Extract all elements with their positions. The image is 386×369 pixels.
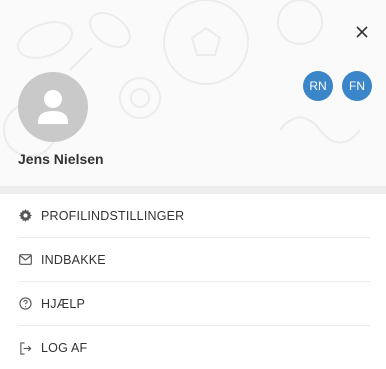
close-button[interactable] <box>350 20 374 44</box>
logout-icon <box>18 341 32 355</box>
avatar[interactable] <box>18 72 88 142</box>
menu-item-logout[interactable]: LOG AF <box>18 326 370 369</box>
menu-item-label: PROFILINDSTILLINGER <box>41 208 185 223</box>
section-divider <box>0 186 386 194</box>
close-icon <box>356 26 368 38</box>
gear-icon <box>18 209 32 223</box>
profile-header: Jens Nielsen RN FN <box>0 0 386 186</box>
menu-item-label: INDBAKKE <box>41 252 106 267</box>
help-icon <box>18 297 32 311</box>
menu-item-label: LOG AF <box>41 341 88 355</box>
menu-item-profile-settings[interactable]: PROFILINDSTILLINGER <box>18 194 370 238</box>
profile-menu: PROFILINDSTILLINGER INDBAKKE HJÆLP LOG A… <box>0 194 386 369</box>
menu-item-inbox[interactable]: INDBAKKE <box>18 238 370 282</box>
menu-item-label: HJÆLP <box>41 296 86 311</box>
user-icon <box>38 90 68 124</box>
profile-menu-panel: Jens Nielsen RN FN PROFILINDSTILLINGER I… <box>0 0 386 369</box>
badge-rn[interactable]: RN <box>303 71 333 101</box>
user-name: Jens Nielsen <box>18 151 104 167</box>
team-badges: RN FN <box>303 71 372 101</box>
envelope-icon <box>18 253 32 267</box>
badge-fn[interactable]: FN <box>342 71 372 101</box>
menu-item-help[interactable]: HJÆLP <box>18 282 370 326</box>
